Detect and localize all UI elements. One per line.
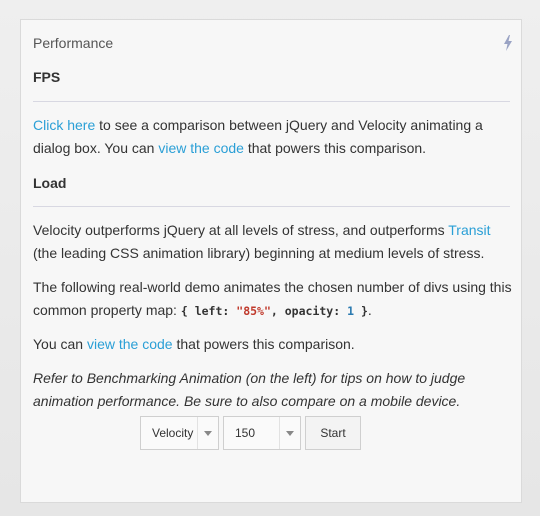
- code-close: }: [354, 304, 368, 318]
- code-value-left: "85%": [236, 304, 271, 318]
- load-p2-end: .: [367, 302, 372, 318]
- code-colon-1: :: [222, 304, 237, 318]
- code-value-opacity: 1: [347, 304, 355, 318]
- code-key-opacity: opacity: [284, 304, 334, 318]
- fps-view-code-link[interactable]: view the code: [158, 140, 244, 156]
- property-map-code: { left: "85%", opacity: 1 }: [181, 304, 368, 318]
- code-colon-2: :: [333, 304, 348, 318]
- start-button[interactable]: Start: [305, 416, 361, 450]
- load-paragraph-1: Velocity outperforms jQuery at all level…: [33, 219, 513, 265]
- fps-text-2: that powers this comparison.: [243, 140, 427, 156]
- transit-link[interactable]: Transit: [448, 222, 490, 238]
- load-p1-text-2: (the leading CSS animation library) begi…: [33, 245, 485, 261]
- chevron-down-icon: [197, 417, 218, 449]
- click-here-link[interactable]: Click here: [33, 117, 95, 133]
- demo-controls: Velocity 150 Start: [140, 416, 361, 450]
- fps-paragraph: Click here to see a comparison between j…: [33, 114, 513, 160]
- div-count-select[interactable]: 150: [223, 416, 301, 450]
- engine-select-value: Velocity: [152, 426, 194, 440]
- load-view-code-link[interactable]: view the code: [87, 336, 173, 352]
- fps-heading: FPS: [33, 69, 61, 85]
- load-p3-text-2: that powers this comparison.: [172, 336, 355, 352]
- code-comma: ,: [270, 304, 285, 318]
- load-paragraph-2: The following real-world demo animates t…: [33, 276, 513, 323]
- bolt-icon: [504, 35, 512, 51]
- engine-select[interactable]: Velocity: [140, 416, 219, 450]
- div-count-select-value: 150: [235, 426, 256, 440]
- benchmark-note: Refer to Benchmarking Animation (on the …: [33, 370, 466, 409]
- panel-title: Performance: [33, 35, 114, 51]
- page: Performance FPS Click here to see a comp…: [0, 0, 540, 516]
- load-divider: [33, 206, 510, 207]
- fps-divider: [33, 101, 510, 102]
- load-p3-text-1: You can: [33, 336, 87, 352]
- load-p1-text-1: Velocity outperforms jQuery at all level…: [33, 222, 449, 238]
- load-paragraph-3: You can view the code that powers this c…: [33, 333, 513, 356]
- load-heading: Load: [33, 175, 67, 191]
- code-key-left: left: [194, 304, 223, 318]
- code-open: {: [180, 304, 195, 318]
- chevron-down-icon: [279, 417, 300, 449]
